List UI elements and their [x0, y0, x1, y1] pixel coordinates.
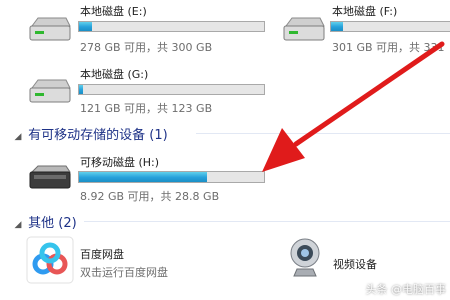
group-title: 有可移动存储的设备 (1) [28, 128, 168, 143]
app-video-device[interactable]: 视频设备 [285, 236, 450, 286]
group-header-removable[interactable]: ◢ 有可移动存储的设备 (1) [0, 124, 168, 143]
collapse-chevron-icon: ◢ [14, 220, 22, 230]
hard-drive-icon [29, 79, 71, 103]
baidu-netdisk-icon [26, 236, 74, 284]
watermark: 头条 @电脑百事 [365, 283, 447, 296]
drive-usage-fill [79, 85, 83, 94]
drive-space-info: 301 GB 可用，共 331 [332, 41, 445, 54]
collapse-chevron-icon: ◢ [14, 132, 22, 142]
app-name: 视频设备 [333, 258, 377, 271]
drive-usage-bar [330, 21, 450, 32]
webcam-icon [290, 238, 320, 277]
hard-drive-icon [283, 17, 325, 41]
drive-f[interactable]: 本地磁盘 (F:) 301 GB 可用，共 331 [280, 0, 450, 56]
app-description: 双击运行百度网盘 [80, 266, 168, 279]
drive-usage-fill [79, 22, 92, 31]
drive-usage-fill [79, 172, 207, 182]
drive-h[interactable]: 可移动磁盘 (H:) 8.92 GB 可用，共 28.8 GB [26, 150, 271, 204]
group-header-other[interactable]: ◢ 其他 (2) [0, 212, 77, 231]
drive-usage-bar [78, 21, 265, 32]
drive-name: 本地磁盘 (F:) [332, 5, 398, 18]
app-name: 百度网盘 [80, 248, 124, 261]
drive-g[interactable]: 本地磁盘 (G:) 121 GB 可用，共 123 GB [26, 62, 271, 118]
usb-drive-icon [29, 165, 71, 189]
drive-space-info: 8.92 GB 可用，共 28.8 GB [80, 190, 220, 203]
drive-space-info: 121 GB 可用，共 123 GB [80, 102, 213, 115]
app-baidu-netdisk[interactable]: 百度网盘 双击运行百度网盘 [26, 236, 226, 286]
group-divider [84, 221, 450, 222]
drive-name: 本地磁盘 (E:) [80, 5, 147, 18]
group-title: 其他 (2) [28, 216, 77, 231]
drive-usage-bar [78, 84, 265, 95]
drive-name: 本地磁盘 (G:) [80, 68, 149, 81]
drive-name: 可移动磁盘 (H:) [80, 156, 160, 169]
group-divider [196, 133, 450, 134]
drive-usage-bar [78, 171, 265, 183]
drive-usage-fill [331, 22, 343, 31]
hard-drive-icon [29, 17, 71, 41]
drive-space-info: 278 GB 可用，共 300 GB [80, 41, 213, 54]
drive-e[interactable]: 本地磁盘 (E:) 278 GB 可用，共 300 GB [26, 0, 271, 56]
